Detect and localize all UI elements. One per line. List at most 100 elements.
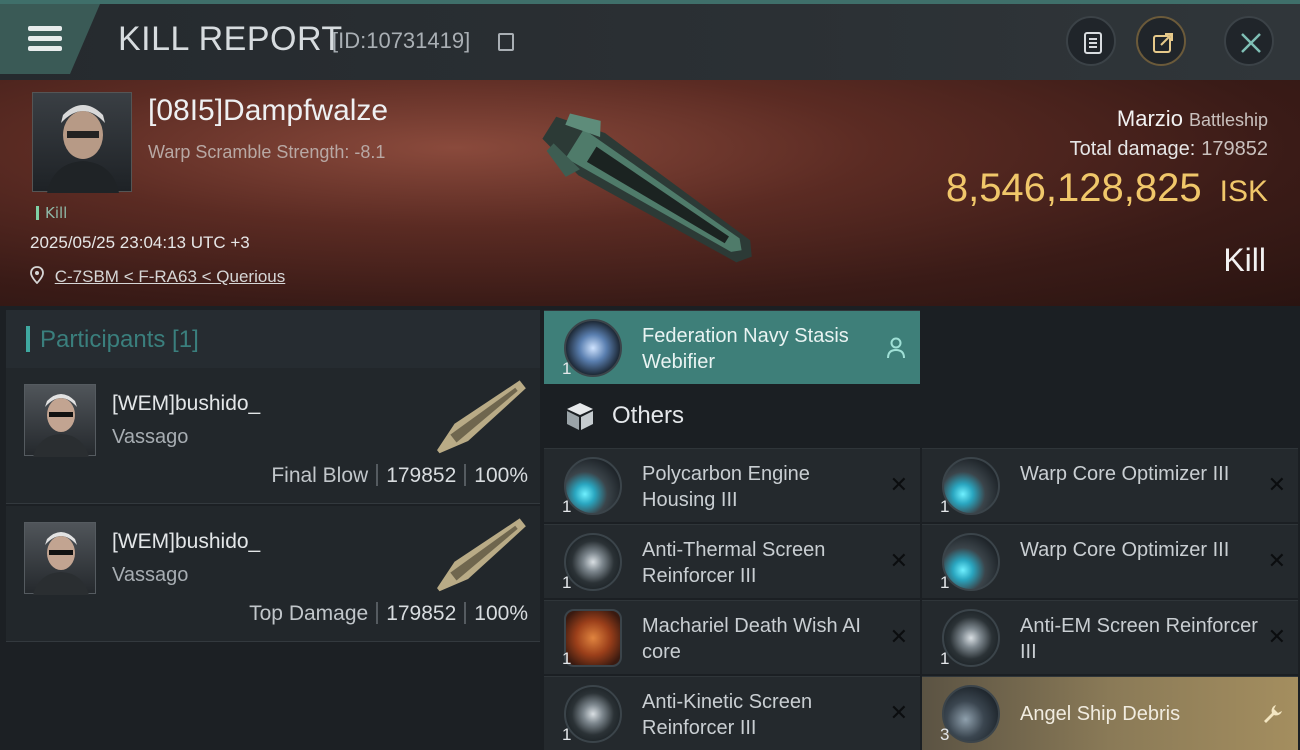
header-accent-line (0, 0, 1300, 4)
participant-ship: Vassago (112, 426, 189, 448)
total-damage-label: Total damage: (1069, 138, 1196, 160)
module-qty: 3 (940, 725, 950, 744)
module-item[interactable]: 1 Anti-Thermal Screen Reinforcer III ✕ (544, 524, 920, 598)
module-qty: 1 (562, 359, 572, 378)
participant-row[interactable]: [WEM]bushido_ Vassago Top Damage 179852 10… (6, 506, 540, 642)
victim-ship[interactable]: Marzio Battleship (1117, 106, 1268, 132)
others-section-header: Others (544, 388, 1300, 446)
screen-reinforcer-icon (942, 609, 1000, 667)
victim-ship-class: Battleship (1188, 110, 1268, 130)
victim-banner: [08I5]Dampfwalze Warp Scramble Strength:… (0, 80, 1300, 306)
destroyed-icon: ✕ (889, 549, 908, 574)
module-name: Anti-Kinetic Screen Reinforcer III (642, 691, 813, 739)
module-name: Angel Ship Debris (1020, 703, 1181, 725)
module-name: Federation Navy Stasis Webifier (642, 325, 849, 373)
kill-tag: Kill (36, 204, 67, 222)
screen-reinforcer-icon (564, 533, 622, 591)
share-button[interactable] (1136, 16, 1186, 66)
module-qty: 1 (562, 497, 572, 516)
others-title: Others (612, 402, 685, 429)
screen-reinforcer-icon (564, 685, 622, 743)
module-item[interactable]: 1 Machariel Death Wish AI core ✕ (544, 600, 920, 674)
participant-avatar (24, 384, 96, 457)
header-bar: KILL REPORT [ID:10731419] (0, 0, 1300, 80)
participant-damage: 179852 (386, 464, 457, 487)
module-item[interactable]: 1 Warp Core Optimizer III ✕ (922, 448, 1298, 522)
kill-id: [ID:10731419] (332, 28, 471, 53)
clipboard-button[interactable] (1066, 16, 1116, 66)
module-name: Warp Core Optimizer III (1020, 539, 1230, 561)
module-item[interactable]: 1 Anti-EM Screen Reinforcer III ✕ (922, 600, 1298, 674)
isk-unit: ISK (1219, 175, 1268, 208)
participant-avatar (24, 522, 96, 595)
victim-ship-name: Marzio (1116, 106, 1183, 131)
victim-portrait[interactable] (32, 92, 132, 193)
module-item-dropped[interactable]: 3 Angel Ship Debris (922, 676, 1298, 750)
module-name: Machariel Death Wish AI core (642, 615, 861, 663)
participant-portrait-icon (33, 394, 89, 457)
module-item[interactable]: 1 Anti-Kinetic Screen Reinforcer III ✕ (544, 676, 920, 750)
participant-ship: Vassago (112, 564, 189, 586)
wrench-icon (1264, 705, 1282, 723)
location-link[interactable]: C-7SBM < F-RA63 < Querious (55, 267, 286, 286)
participant-role: Final Blow (271, 464, 369, 487)
isk-value: 8,546,128,825 ISK (946, 166, 1268, 211)
destroyed-icon: ✕ (1267, 625, 1286, 650)
participant-stats: Final Blow 179852 100% (271, 464, 528, 488)
destroyed-icon: ✕ (889, 701, 908, 726)
location-pin-icon (30, 266, 44, 285)
module-qty: 1 (940, 497, 950, 516)
kill-datetime: 2025/05/25 23:04:13 UTC +3 (30, 233, 250, 252)
module-qty: 1 (562, 649, 572, 668)
participant-portrait-icon (33, 532, 89, 595)
share-icon (1153, 33, 1173, 53)
close-button[interactable] (1224, 16, 1274, 66)
participant-role: Top Damage (249, 602, 369, 625)
module-name: Polycarbon Engine Housing III (642, 463, 810, 511)
total-damage: Total damage: 179852 (1070, 138, 1268, 161)
ai-core-icon (564, 609, 622, 667)
clipboard-icon (1084, 32, 1102, 54)
destroyed-icon: ✕ (1267, 549, 1286, 574)
participant-percent: 100% (474, 602, 528, 625)
warp-core-optimizer-icon (942, 457, 1000, 515)
close-icon (1241, 33, 1261, 53)
participants-header: Participants [1] (6, 310, 540, 368)
participant-stats: Top Damage 179852 100% (249, 602, 528, 626)
module-name: Anti-Thermal Screen Reinforcer III (642, 539, 826, 587)
cube-icon (567, 403, 593, 430)
destroyed-icon: ✕ (1267, 473, 1286, 498)
participants-title: Participants [1] (40, 326, 199, 353)
copy-icon[interactable] (498, 33, 514, 51)
module-qty: 1 (562, 725, 572, 744)
module-qty: 1 (562, 573, 572, 592)
page-title: KILL REPORT (118, 20, 343, 58)
participant-ship-image (437, 380, 526, 454)
isk-amount: 8,546,128,825 (945, 166, 1202, 210)
participant-row[interactable]: [WEM]bushido_ Vassago Final Blow 179852 10… (6, 368, 540, 504)
destroyed-icon: ✕ (889, 625, 908, 650)
module-item[interactable]: 1 Polycarbon Engine Housing III ✕ (544, 448, 920, 522)
victim-ship-image (542, 113, 752, 263)
victim-pilot-name[interactable]: [08I5]Dampfwalze (148, 94, 388, 128)
module-item[interactable]: 1 Warp Core Optimizer III ✕ (922, 524, 1298, 598)
engine-housing-icon (564, 457, 622, 515)
stasis-webifier-icon (564, 319, 622, 377)
module-highlight[interactable]: 1 Federation Navy Stasis Webifier (544, 310, 920, 384)
participant-name: [WEM]bushido_ (112, 392, 261, 415)
participants-panel: Participants [1] [WEM]bushido_ Vassago F… (0, 306, 540, 750)
total-damage-value: 179852 (1201, 138, 1268, 160)
participant-damage: 179852 (386, 602, 457, 625)
module-name: Warp Core Optimizer III (1020, 463, 1230, 485)
pilot-avatar-icon (47, 105, 119, 193)
warp-scramble-strength: Warp Scramble Strength: -8.1 (148, 142, 386, 162)
destroyed-icon: ✕ (889, 473, 908, 498)
menu-button[interactable] (0, 4, 100, 74)
user-icon (887, 337, 905, 359)
result-label: Kill (1223, 242, 1266, 278)
ship-debris-icon (942, 685, 1000, 743)
kill-location[interactable]: C-7SBM < F-RA63 < Querious (30, 266, 285, 287)
participant-percent: 100% (474, 464, 528, 487)
warp-core-optimizer-icon (942, 533, 1000, 591)
module-qty: 1 (940, 649, 950, 668)
